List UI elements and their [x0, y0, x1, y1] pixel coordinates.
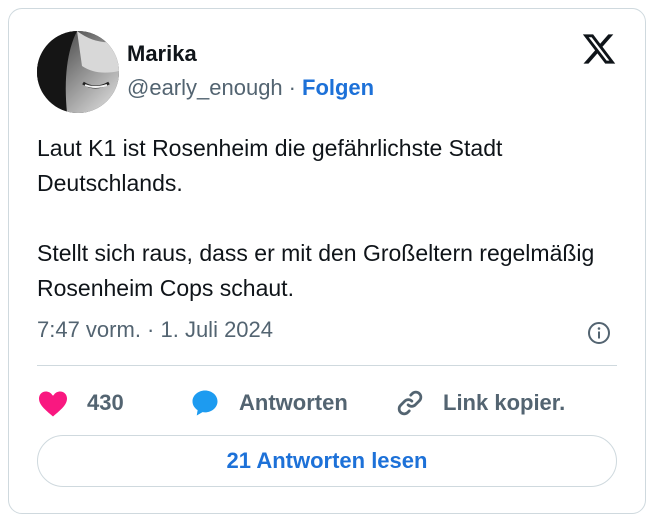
- tweet-card: Marika @early_enough · Folgen Laut K1 ist …: [8, 8, 646, 514]
- x-logo-icon[interactable]: [581, 31, 617, 67]
- heart-icon: [39, 391, 67, 417]
- like-count: 430: [87, 390, 124, 415]
- tweet-paragraph: Laut K1 ist Rosenheim die gefährlichste …: [37, 135, 503, 196]
- divider: [37, 365, 617, 366]
- follow-button[interactable]: Folgen: [302, 75, 374, 100]
- action-bar: 430 Antworten Link kopier.: [37, 383, 617, 423]
- avatar-image: [37, 31, 119, 113]
- author-handle[interactable]: @early_enough: [127, 75, 283, 100]
- tweet-paragraph: Stellt sich raus, dass er mit den Großel…: [37, 240, 595, 301]
- avatar[interactable]: [37, 31, 119, 113]
- copy-link-label: Link kopier.: [443, 390, 566, 415]
- handle-separator: ·: [288, 75, 296, 100]
- author-handle-row: @early_enough · Folgen: [127, 75, 374, 101]
- author-name[interactable]: Marika: [127, 41, 197, 67]
- speech-bubble-icon: [192, 390, 218, 416]
- tweet-timestamp[interactable]: 7:47 vorm. · 1. Juli 2024: [37, 317, 273, 343]
- like-button[interactable]: 430: [37, 383, 124, 423]
- copy-link-button[interactable]: Link kopier.: [395, 383, 565, 423]
- reply-label: Antworten: [239, 390, 348, 415]
- link-icon: [397, 390, 423, 416]
- info-icon[interactable]: [587, 321, 611, 345]
- tweet-text: Laut K1 ist Rosenheim die gefährlichste …: [37, 131, 617, 306]
- reply-button[interactable]: Antworten: [189, 383, 348, 423]
- read-replies-button[interactable]: 21 Antworten lesen: [37, 435, 617, 487]
